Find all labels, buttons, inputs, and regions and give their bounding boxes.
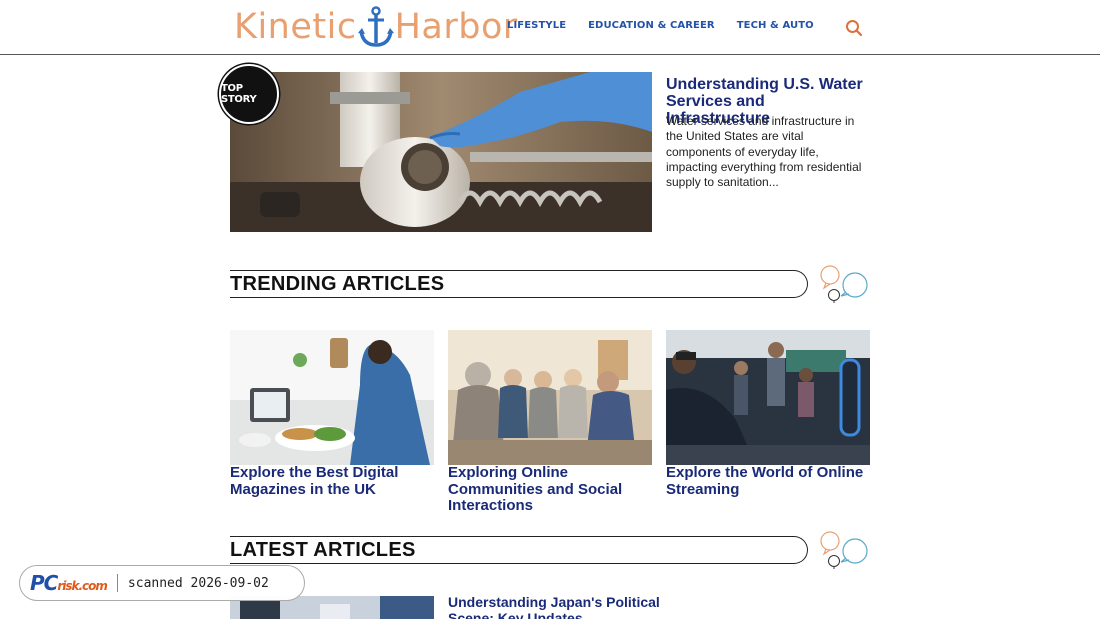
trending-card-3-image[interactable]: [666, 330, 870, 465]
top-story-badge-label: TOP STORY: [221, 83, 257, 105]
logo-text-right: Harbor: [394, 7, 518, 47]
speech-bubbles-icon: [820, 531, 868, 569]
pcrisk-logo: PC risk.com: [30, 571, 108, 595]
pcrisk-logo-sub: risk.com: [57, 579, 108, 593]
nav-education-career[interactable]: EDUCATION & CAREER: [588, 20, 715, 31]
trending-card-3-title[interactable]: Explore the World of Online Streaming: [666, 464, 874, 498]
latest-card-1-title[interactable]: Understanding Japan's Political Scene: K…: [448, 594, 663, 619]
watermark-scan-date: scanned 2026-09-02: [127, 575, 269, 591]
top-story-image[interactable]: [230, 72, 652, 232]
main-nav: LIFESTYLE EDUCATION & CAREER TECH & AUTO: [507, 20, 814, 31]
nav-tech-auto[interactable]: TECH & AUTO: [737, 20, 814, 31]
top-story-badge: TOP STORY: [219, 64, 279, 124]
trending-card-1-title[interactable]: Explore the Best Digital Magazines in th…: [230, 464, 438, 498]
scan-watermark: PC risk.com scanned 2026-09-02: [19, 565, 305, 601]
trending-card-1-image[interactable]: [230, 330, 434, 465]
trending-card-2-title[interactable]: Exploring Online Communities and Social …: [448, 464, 656, 515]
site-header: Kinetic Harbor LIFESTYLE EDUCATION & CAR…: [0, 0, 1100, 55]
trending-heading: TRENDING ARTICLES: [230, 273, 445, 295]
anchor-icon: [357, 6, 394, 47]
speech-bubbles-icon: [820, 265, 868, 303]
latest-heading: LATEST ARTICLES: [230, 539, 416, 561]
top-story-excerpt: Water services and infrastructure in the…: [666, 114, 862, 190]
site-logo[interactable]: Kinetic Harbor: [234, 5, 518, 49]
pcrisk-logo-main: PC: [30, 571, 58, 595]
trending-card-2-image[interactable]: [448, 330, 652, 465]
search-icon[interactable]: [844, 18, 864, 38]
watermark-divider: [116, 574, 118, 592]
logo-text-left: Kinetic: [234, 7, 357, 47]
nav-lifestyle[interactable]: LIFESTYLE: [507, 20, 566, 31]
